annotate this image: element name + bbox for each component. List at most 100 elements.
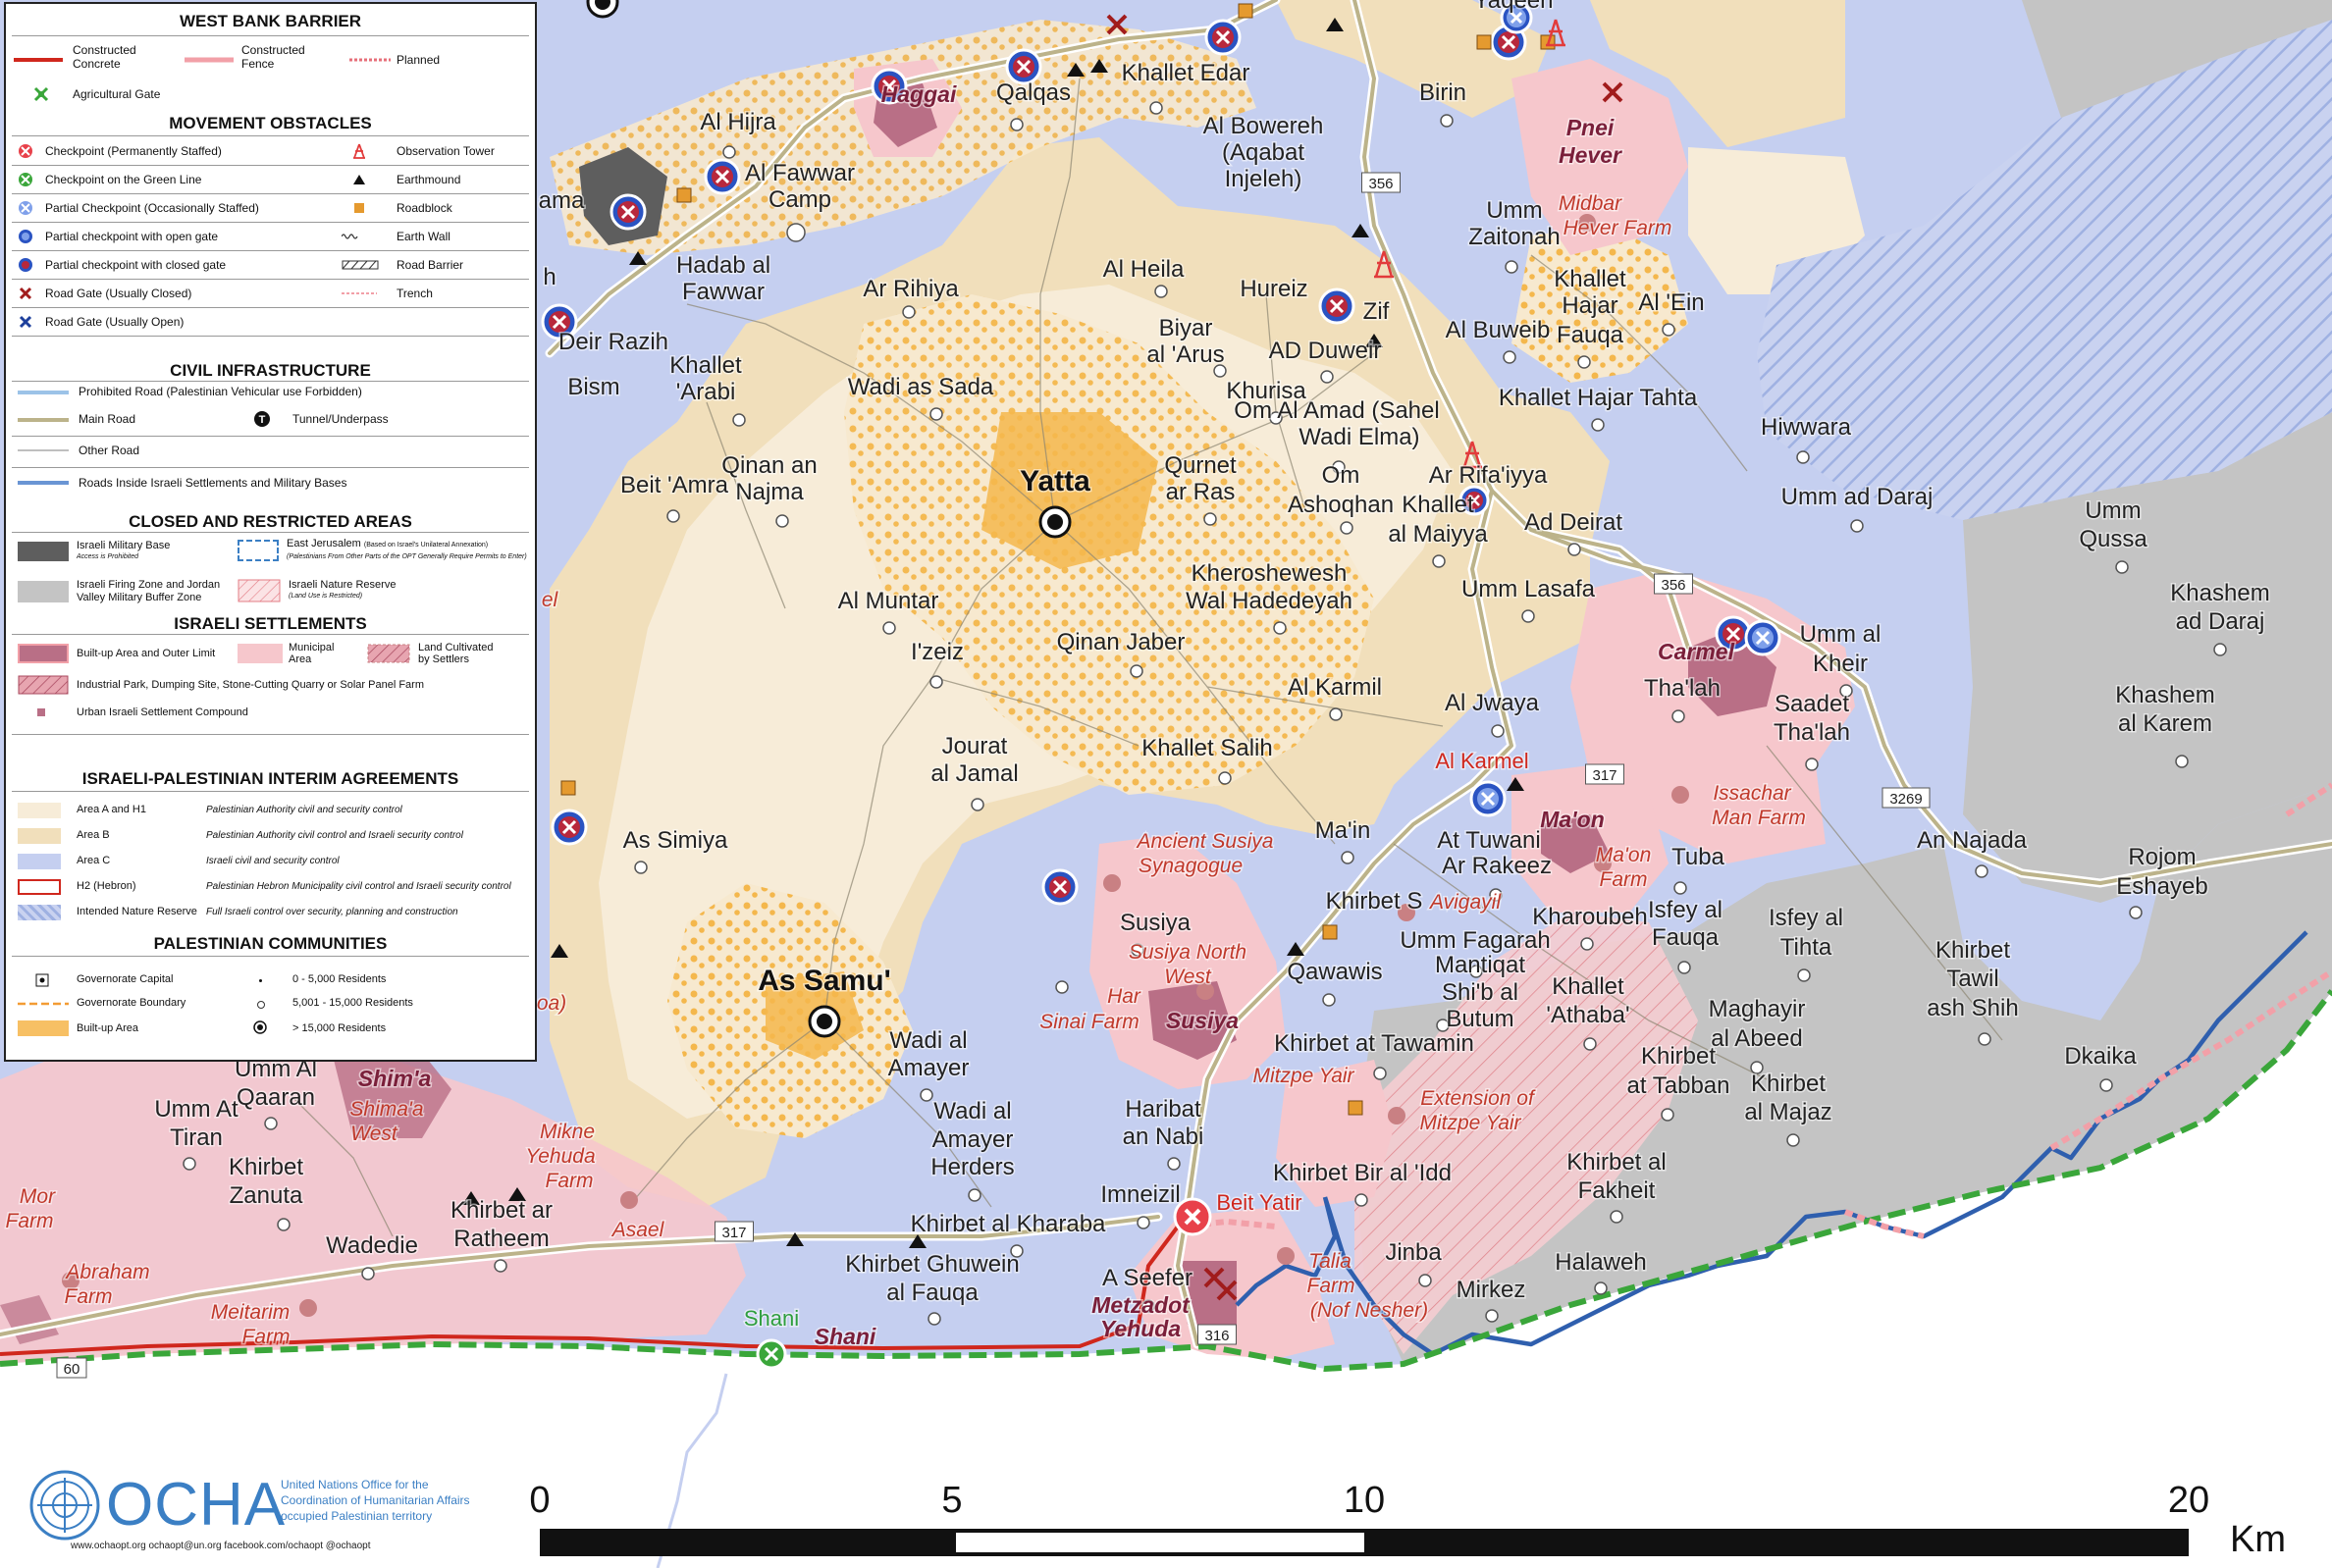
partial-checkpoint-closed-icon[interactable]: [1318, 287, 1355, 325]
partial-checkpoint-icon: [19, 201, 32, 215]
place-label: Khirbet: [1935, 937, 2010, 964]
settlement-label: Farm: [1307, 1275, 1355, 1297]
place-label: Wadi as Sada: [848, 374, 994, 400]
partial-checkpoint-closed-icon[interactable]: [610, 193, 647, 231]
partial-checkpoint-closed-icon[interactable]: [551, 809, 588, 846]
place-label: Eshayeb: [2116, 873, 2207, 900]
place-label: Khirbet: [229, 1154, 303, 1180]
settlement-label: Susiya: [1166, 1008, 1239, 1033]
place-label: Saadet: [1775, 691, 1849, 717]
place-label: al Jamal: [930, 760, 1018, 787]
scale-bar: [540, 1529, 2189, 1556]
settlement-label: Ma'on: [1596, 844, 1652, 866]
place-label: Qussa: [2079, 526, 2147, 552]
settlement-label: Carmel: [1658, 639, 1735, 664]
place-label: I'zeiz: [911, 639, 964, 665]
legend-rule: [12, 436, 529, 437]
place-label: As Simiya: [623, 827, 728, 854]
place-label: Jinba: [1385, 1239, 1442, 1266]
place-label: Khallet: [1552, 973, 1624, 1000]
legend-title-settlements: ISRAELI SETTLEMENTS: [174, 614, 367, 633]
settlement-label: Metzadot: [1091, 1292, 1191, 1318]
road-number-plate: 356: [1361, 172, 1401, 193]
place-label: Jourat: [942, 733, 1008, 759]
roadblock-icon: [354, 203, 364, 213]
barrier-concrete-swatch: [14, 58, 63, 62]
governorate-boundary-swatch: [18, 1002, 69, 1006]
legend-governorate-boundary: Governorate Boundary: [77, 997, 186, 1009]
place-label: Om Al Amad (Sahel: [1234, 397, 1439, 424]
ocha-contacts[interactable]: www.ochaopt.org ochaopt@un.org facebook.…: [71, 1541, 371, 1551]
place-label: Al Bowereh: [1203, 113, 1324, 139]
partial-checkpoint-closed-icon[interactable]: [1204, 19, 1242, 56]
place-label: Najma: [735, 479, 804, 505]
place-label: Dkaika: [2064, 1043, 2137, 1070]
partial-checkpoint-open-icon[interactable]: [1744, 619, 1781, 656]
main-road-swatch: [18, 418, 69, 422]
agreement-swatch: [18, 905, 61, 920]
agreement-label: Area B: [77, 829, 110, 841]
settlement-label: Har: [1107, 985, 1141, 1008]
place-label: Al Heila: [1103, 256, 1185, 283]
partial-checkpoint-closed-icon[interactable]: [1005, 48, 1042, 85]
place-label: Ratheem: [453, 1226, 549, 1252]
settlement-label: Ancient Susiya: [1136, 830, 1274, 853]
place-label: Hajar: [1562, 292, 1617, 319]
place-label: A Seefer: [1102, 1265, 1192, 1291]
settlement-label: Sinai Farm: [1039, 1011, 1140, 1033]
partial-checkpoint-open-icon[interactable]: [1469, 780, 1507, 817]
legend-residents-2: 5,001 - 15,000 Residents: [292, 997, 413, 1009]
place-label: Khallet: [1402, 492, 1474, 518]
legend-rule: [12, 956, 529, 957]
place-label: Khirbet: [1751, 1071, 1826, 1097]
large-community-dot: [253, 1020, 267, 1034]
partial-checkpoint-closed-icon: [19, 258, 32, 272]
place-label: Yatta: [1020, 465, 1090, 497]
place-label: Kheir: [1813, 651, 1868, 677]
scale-tick-label: 5: [941, 1480, 963, 1521]
partial-checkpoint-closed-icon[interactable]: [1041, 868, 1079, 906]
place-label: an Nabi: [1123, 1124, 1204, 1150]
place-label: ash Shih: [1927, 995, 2018, 1021]
place-label: al 'Arus: [1146, 341, 1224, 368]
place-label: Khallet Salih: [1141, 735, 1272, 761]
legend-title-closed: CLOSED AND RESTRICTED AREAS: [129, 512, 412, 531]
legend-industrial: Industrial Park, Dumping Site, Stone-Cut…: [77, 679, 424, 691]
settlement-label: Farm: [6, 1210, 54, 1232]
legend-rule: [12, 381, 529, 382]
place-label: Isfey al: [1769, 905, 1843, 931]
roadblock-icon: [1348, 1100, 1363, 1116]
roadblock-icon: [560, 780, 576, 796]
place-label: ar Ras: [1166, 479, 1236, 505]
place-label: Khirbet Ghuwein: [845, 1251, 1019, 1278]
place-label: Hiwwara: [1761, 414, 1852, 441]
earth-wall-icon: [342, 234, 358, 239]
settlement-label: Mikne: [540, 1121, 595, 1143]
green-line-checkpoint-icon[interactable]: [756, 1338, 787, 1370]
place-label: Zaitonah: [1468, 224, 1560, 250]
place-label: Fakheit: [1578, 1177, 1656, 1204]
settlement-label: Hever Farm: [1564, 217, 1672, 239]
place-label: Biyar: [1159, 315, 1213, 341]
place-label: Khirbet al Kharaba: [911, 1211, 1106, 1237]
legend-obstacle-label: Road Barrier: [397, 258, 464, 272]
place-label: Qinan an: [721, 452, 817, 479]
road-number-label: 317: [721, 1225, 746, 1241]
place-label: Amayer: [932, 1126, 1014, 1153]
settlement-label: Man Farm: [1712, 807, 1806, 829]
place-label: As Samu': [758, 965, 891, 997]
partial-checkpoint-closed-icon[interactable]: [704, 158, 741, 195]
place-label: Khallet Hajar Tahta: [1499, 385, 1698, 411]
military-base-swatch: [18, 542, 69, 561]
place-label: Wadi al: [933, 1098, 1011, 1124]
place-label: at Tabban: [1627, 1072, 1730, 1099]
settlement-label: Farm: [1600, 868, 1648, 891]
small-community-dot: [259, 979, 262, 982]
yatta-marker: [1038, 505, 1072, 539]
place-label: Bism: [567, 374, 619, 400]
place-label: Umm: [2085, 497, 2141, 524]
agreement-label: Area C: [77, 855, 111, 866]
scale-tick-label: 20: [2167, 1480, 2210, 1521]
governorate-capital-icon: [35, 973, 49, 987]
place-label: Al 'Ein: [1638, 289, 1704, 316]
